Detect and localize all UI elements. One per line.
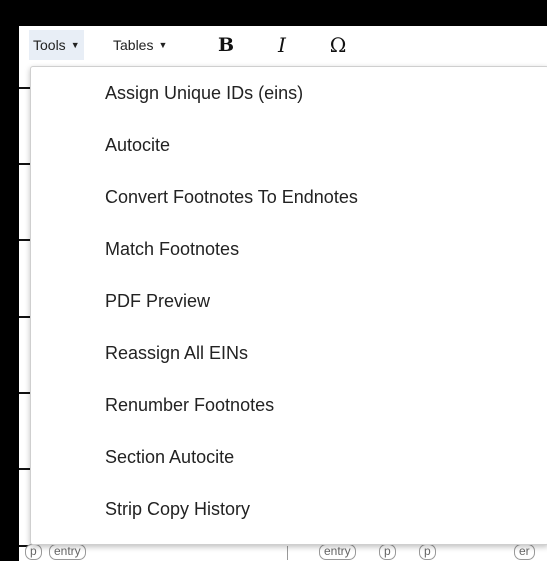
menu-item-assign-unique-ids[interactable]: Assign Unique IDs (eins)	[31, 67, 547, 119]
chevron-down-icon: ▼	[158, 40, 168, 50]
tools-menu-label: Tools	[33, 37, 66, 53]
tables-menu-label: Tables	[113, 37, 154, 53]
tools-dropdown-menu: Assign Unique IDs (eins) Autocite Conver…	[30, 66, 547, 545]
element-tag-partial[interactable]: er	[514, 544, 535, 560]
chevron-down-icon: ▼	[70, 40, 80, 50]
italic-button[interactable]: I	[269, 30, 295, 60]
bold-button[interactable]: B	[213, 30, 239, 60]
italic-icon: I	[278, 33, 286, 57]
toolbar: Tools ▼ Tables ▼ B I Ω	[19, 26, 547, 64]
element-tag-p[interactable]: p	[379, 544, 396, 560]
menu-item-label: Reassign All EINs	[105, 342, 249, 363]
element-tag-entry[interactable]: entry	[49, 544, 86, 560]
cell-divider	[287, 546, 288, 560]
menu-item-convert-footnotes[interactable]: Convert Footnotes To Endnotes	[31, 171, 547, 223]
menu-item-label: Autocite	[105, 134, 171, 155]
menu-item-label: Match Footnotes	[105, 238, 240, 259]
tables-menu-button[interactable]: Tables ▼	[109, 30, 171, 60]
menu-item-label: Convert Footnotes To Endnotes	[105, 186, 358, 207]
menu-item-renumber-footnotes[interactable]: Renumber Footnotes	[31, 379, 547, 431]
element-tag-entry[interactable]: entry	[319, 544, 356, 560]
special-character-button[interactable]: Ω	[325, 30, 351, 60]
menu-item-label: Renumber Footnotes	[105, 394, 275, 415]
menu-item-label: Section Autocite	[105, 446, 235, 467]
menu-item-autocite[interactable]: Autocite	[31, 119, 547, 171]
bold-icon: B	[217, 34, 235, 56]
menu-item-label: PDF Preview	[105, 290, 211, 311]
element-tag-p[interactable]: p	[419, 544, 436, 560]
tools-menu-button[interactable]: Tools ▼	[29, 30, 84, 60]
menu-item-reassign-eins[interactable]: Reassign All EINs	[31, 327, 547, 379]
menu-item-label: Strip Copy History	[105, 498, 251, 519]
element-tag-p[interactable]: p	[25, 544, 42, 560]
menu-item-pdf-preview[interactable]: PDF Preview	[31, 275, 547, 327]
menu-item-match-footnotes[interactable]: Match Footnotes	[31, 223, 547, 275]
menu-item-strip-copy-history[interactable]: Strip Copy History	[31, 483, 547, 535]
omega-icon: Ω	[329, 33, 347, 57]
menu-item-label: Assign Unique IDs (eins)	[105, 82, 304, 103]
editor-window: Tools ▼ Tables ▼ B I Ω p entry entry p p	[19, 26, 547, 561]
menu-item-section-autocite[interactable]: Section Autocite	[31, 431, 547, 483]
